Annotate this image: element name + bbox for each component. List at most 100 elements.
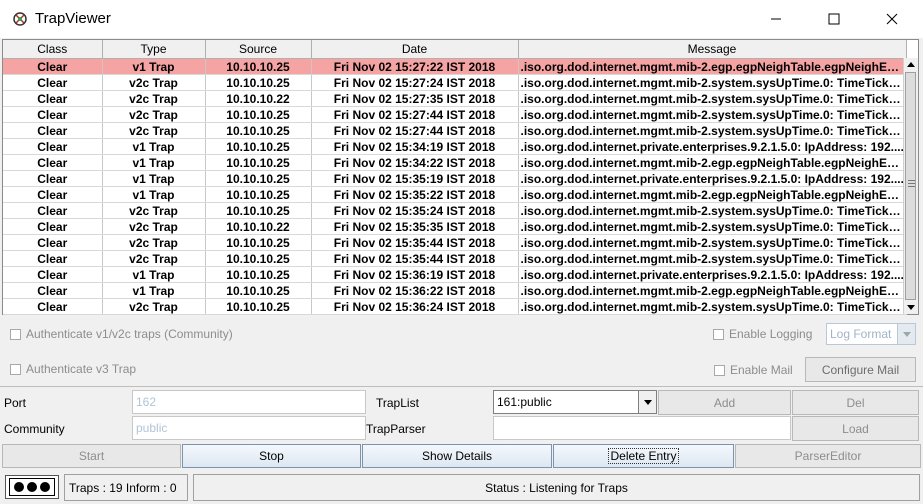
cell-type: v2c Trap (102, 106, 206, 123)
port-label: Port (4, 396, 27, 410)
table-row[interactable]: Clear v2c Trap 10.10.10.25 Fri Nov 02 15:27… (3, 74, 907, 91)
table-row[interactable]: Clear v2c Trap 10.10.10.25 Fri Nov 02 15:27… (3, 106, 907, 123)
add-button[interactable]: Add (658, 390, 791, 415)
table-row[interactable]: Clear v2c Trap 10.10.10.25 Fri Nov 02 15:27… (3, 122, 907, 139)
auth-v3-label: Authenticate v3 Trap (26, 362, 137, 376)
stop-button[interactable]: Stop (182, 444, 361, 468)
table-row[interactable]: Clear v1 Trap 10.10.10.25 Fri Nov 02 15:36:… (3, 282, 907, 299)
table-row[interactable]: Clear v2c Trap 10.10.10.25 Fri Nov 02 15:35… (3, 202, 907, 219)
window-title: TrapViewer (35, 10, 111, 27)
auth-v3-checkbox[interactable]: Authenticate v3 Trap (10, 362, 136, 376)
chevron-down-icon[interactable] (897, 324, 915, 344)
cell-type: v1 Trap (102, 266, 206, 283)
maximize-icon (828, 13, 840, 25)
cell-class: Clear (3, 122, 103, 139)
vertical-scrollbar[interactable] (903, 58, 918, 314)
cell-date: Fri Nov 02 15:27:24 IST 2018 (311, 74, 519, 91)
parser-editor-button[interactable]: ParserEditor (735, 444, 921, 468)
cell-source: 10.10.10.25 (205, 122, 312, 139)
traplist-label: TrapList (376, 396, 419, 410)
table-row[interactable]: Clear v1 Trap 10.10.10.25 Fri Nov 02 15:36:… (3, 266, 907, 283)
load-button[interactable]: Load (792, 416, 919, 441)
cell-date: Fri Nov 02 15:35:44 IST 2018 (311, 250, 519, 267)
column-header-source[interactable]: Source (205, 40, 312, 59)
table-row[interactable]: Clear v2c Trap 10.10.10.25 Fri Nov 02 15:36… (3, 298, 907, 315)
cell-source: 10.10.10.25 (205, 202, 312, 219)
cell-class: Clear (3, 106, 103, 123)
table-row[interactable]: Clear v2c Trap 10.10.10.22 Fri Nov 02 15:35… (3, 218, 907, 235)
configure-mail-button[interactable]: Configure Mail (805, 357, 916, 382)
chevron-down-icon[interactable] (638, 391, 656, 413)
maximize-button[interactable] (805, 0, 863, 38)
trap-counts: Traps : 19 Inform : 0 (64, 474, 188, 501)
cell-source: 10.10.10.25 (205, 106, 312, 123)
delete-entry-button[interactable]: Delete Entry (553, 444, 734, 468)
cell-message: .iso.org.dod.internet.private.enterprise… (518, 138, 907, 155)
cell-source: 10.10.10.25 (205, 138, 312, 155)
auth-v1v2c-label: Authenticate v1/v2c traps (Community) (26, 327, 233, 341)
cell-class: Clear (3, 266, 103, 283)
cell-date: Fri Nov 02 15:36:24 IST 2018 (311, 298, 519, 315)
cell-source: 10.10.10.25 (205, 298, 312, 315)
table-row[interactable]: Clear v1 Trap 10.10.10.25 Fri Nov 02 15:35:… (3, 186, 907, 203)
close-button[interactable] (863, 0, 921, 38)
port-input[interactable]: 162 (132, 390, 366, 414)
scroll-down-icon[interactable] (907, 305, 915, 310)
del-button[interactable]: Del (792, 390, 919, 415)
table-row[interactable]: Clear v2c Trap 10.10.10.25 Fri Nov 02 15:35… (3, 234, 907, 251)
cell-type: v2c Trap (102, 298, 206, 315)
table-row[interactable]: Clear v2c Trap 10.10.10.22 Fri Nov 02 15:27… (3, 90, 907, 107)
cell-message: .iso.org.dod.internet.mgmt.mib-2.system.… (518, 122, 907, 139)
cell-message: .iso.org.dod.internet.mgmt.mib-2.system.… (518, 250, 907, 267)
cell-type: v2c Trap (102, 250, 206, 267)
status-message: Status : Listening for Traps (193, 474, 920, 501)
cell-source: 10.10.10.25 (205, 266, 312, 283)
scroll-thumb[interactable] (905, 72, 916, 300)
cell-type: v2c Trap (102, 90, 206, 107)
checkbox-box[interactable] (714, 364, 725, 376)
table-row[interactable]: Clear v1 Trap 10.10.10.25 Fri Nov 02 15:35:… (3, 170, 907, 187)
cell-message: .iso.org.dod.internet.mgmt.mib-2.system.… (518, 298, 907, 315)
cell-message: .iso.org.dod.internet.mgmt.mib-2.system.… (518, 90, 907, 107)
checkbox-box[interactable] (10, 363, 21, 375)
log-format-value: Log Format (830, 327, 892, 341)
log-format-select[interactable]: Log Format (826, 323, 916, 345)
trap-table: Class Type Source Date Message Clear v1 T… (2, 39, 919, 315)
title-bar: TrapViewer (0, 0, 923, 38)
traplist-select[interactable]: 161:public (493, 390, 657, 414)
column-header-date[interactable]: Date (311, 40, 519, 59)
table-row[interactable]: Clear v1 Trap 10.10.10.25 Fri Nov 02 15:34:… (3, 154, 907, 171)
enable-mail-checkbox[interactable]: Enable Mail (714, 363, 793, 377)
cell-date: Fri Nov 02 15:27:44 IST 2018 (311, 106, 519, 123)
cell-date: Fri Nov 02 15:27:35 IST 2018 (311, 90, 519, 107)
divider (0, 386, 923, 387)
cell-date: Fri Nov 02 15:34:19 IST 2018 (311, 138, 519, 155)
scroll-up-icon[interactable] (907, 62, 915, 67)
enable-logging-checkbox[interactable]: Enable Logging (713, 327, 812, 341)
cell-message: .iso.org.dod.internet.private.enterprise… (518, 170, 907, 187)
cell-class: Clear (3, 90, 103, 107)
auth-v1v2c-checkbox[interactable]: Authenticate v1/v2c traps (Community) (10, 327, 233, 341)
column-header-message[interactable]: Message (518, 40, 907, 59)
table-row[interactable]: Clear v1 Trap 10.10.10.25 Fri Nov 02 15:34:… (3, 138, 907, 155)
cell-type: v1 Trap (102, 58, 206, 75)
community-input[interactable]: public (132, 416, 366, 440)
table-row[interactable]: Clear v1 Trap 10.10.10.25 Fri Nov 02 15:27:… (3, 58, 907, 75)
table-row[interactable]: Clear v2c Trap 10.10.10.25 Fri Nov 02 15:35… (3, 250, 907, 267)
cell-class: Clear (3, 282, 103, 299)
minimize-button[interactable] (747, 0, 805, 38)
cell-message: .iso.org.dod.internet.mgmt.mib-2.egp.egp… (518, 154, 907, 171)
column-header-class[interactable]: Class (3, 40, 103, 59)
traffic-dots-icon (5, 475, 59, 499)
cell-class: Clear (3, 250, 103, 267)
cell-message: .iso.org.dod.internet.mgmt.mib-2.system.… (518, 74, 907, 91)
cell-date: Fri Nov 02 15:35:35 IST 2018 (311, 218, 519, 235)
show-details-button[interactable]: Show Details (362, 444, 552, 468)
checkbox-box[interactable] (10, 328, 21, 340)
cell-message: .iso.org.dod.internet.mgmt.mib-2.system.… (518, 202, 907, 219)
start-button[interactable]: Start (2, 444, 181, 468)
cell-source: 10.10.10.25 (205, 186, 312, 203)
column-header-type[interactable]: Type (102, 40, 206, 59)
trapparser-input[interactable] (493, 416, 791, 440)
checkbox-box[interactable] (713, 328, 724, 340)
